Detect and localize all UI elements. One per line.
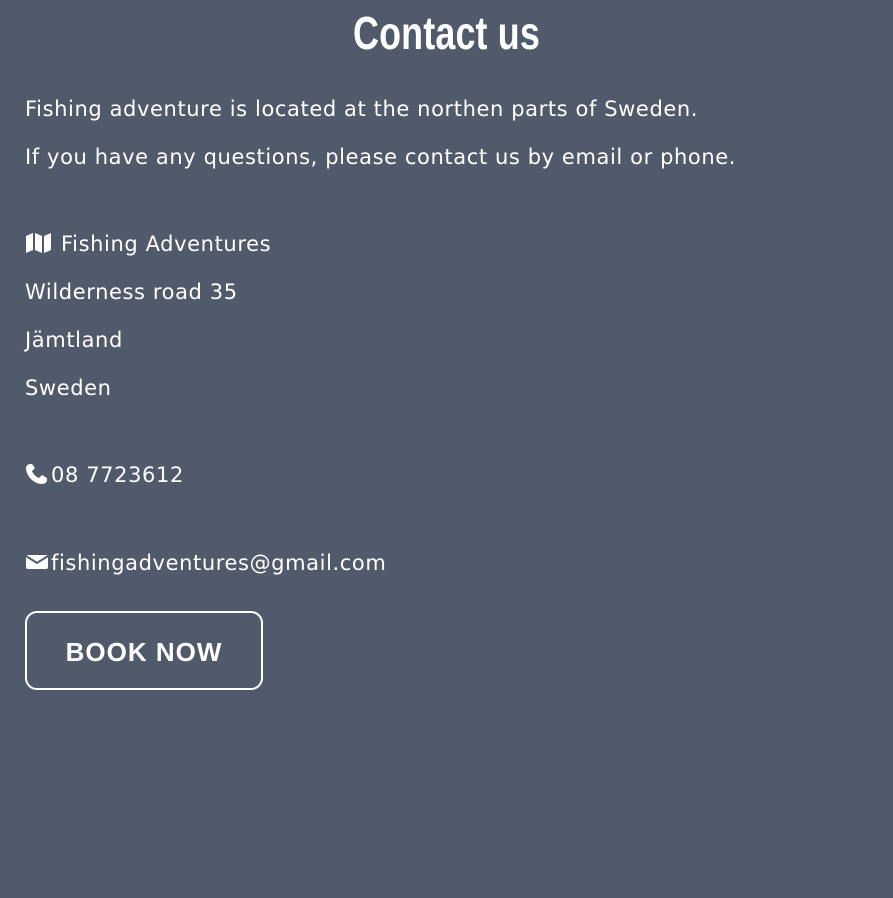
phone-icon [25, 463, 51, 492]
address-road: Wilderness road 35 [25, 280, 238, 304]
map-icon [25, 232, 61, 261]
email-line: fishingadventures@gmail.com [25, 549, 386, 580]
mail-icon [25, 551, 51, 580]
contact-page: Contact us Fishing adventure is located … [0, 0, 893, 898]
email-address[interactable]: fishingadventures@gmail.com [51, 551, 386, 575]
address-name: Fishing Adventures [61, 232, 272, 256]
phone-number[interactable]: 08 7723612 [51, 463, 184, 487]
address-name-line: Fishing Adventures [25, 230, 271, 261]
intro-text-location: Fishing adventure is located at the nort… [25, 97, 699, 121]
intro-text-contact: If you have any questions, please contac… [25, 145, 737, 169]
page-title: Contact us [353, 7, 540, 59]
book-now-button[interactable]: BOOK NOW [25, 611, 263, 690]
phone-line: 08 7723612 [25, 461, 184, 492]
address-region: Jämtland [25, 328, 123, 352]
address-country: Sweden [25, 376, 112, 400]
